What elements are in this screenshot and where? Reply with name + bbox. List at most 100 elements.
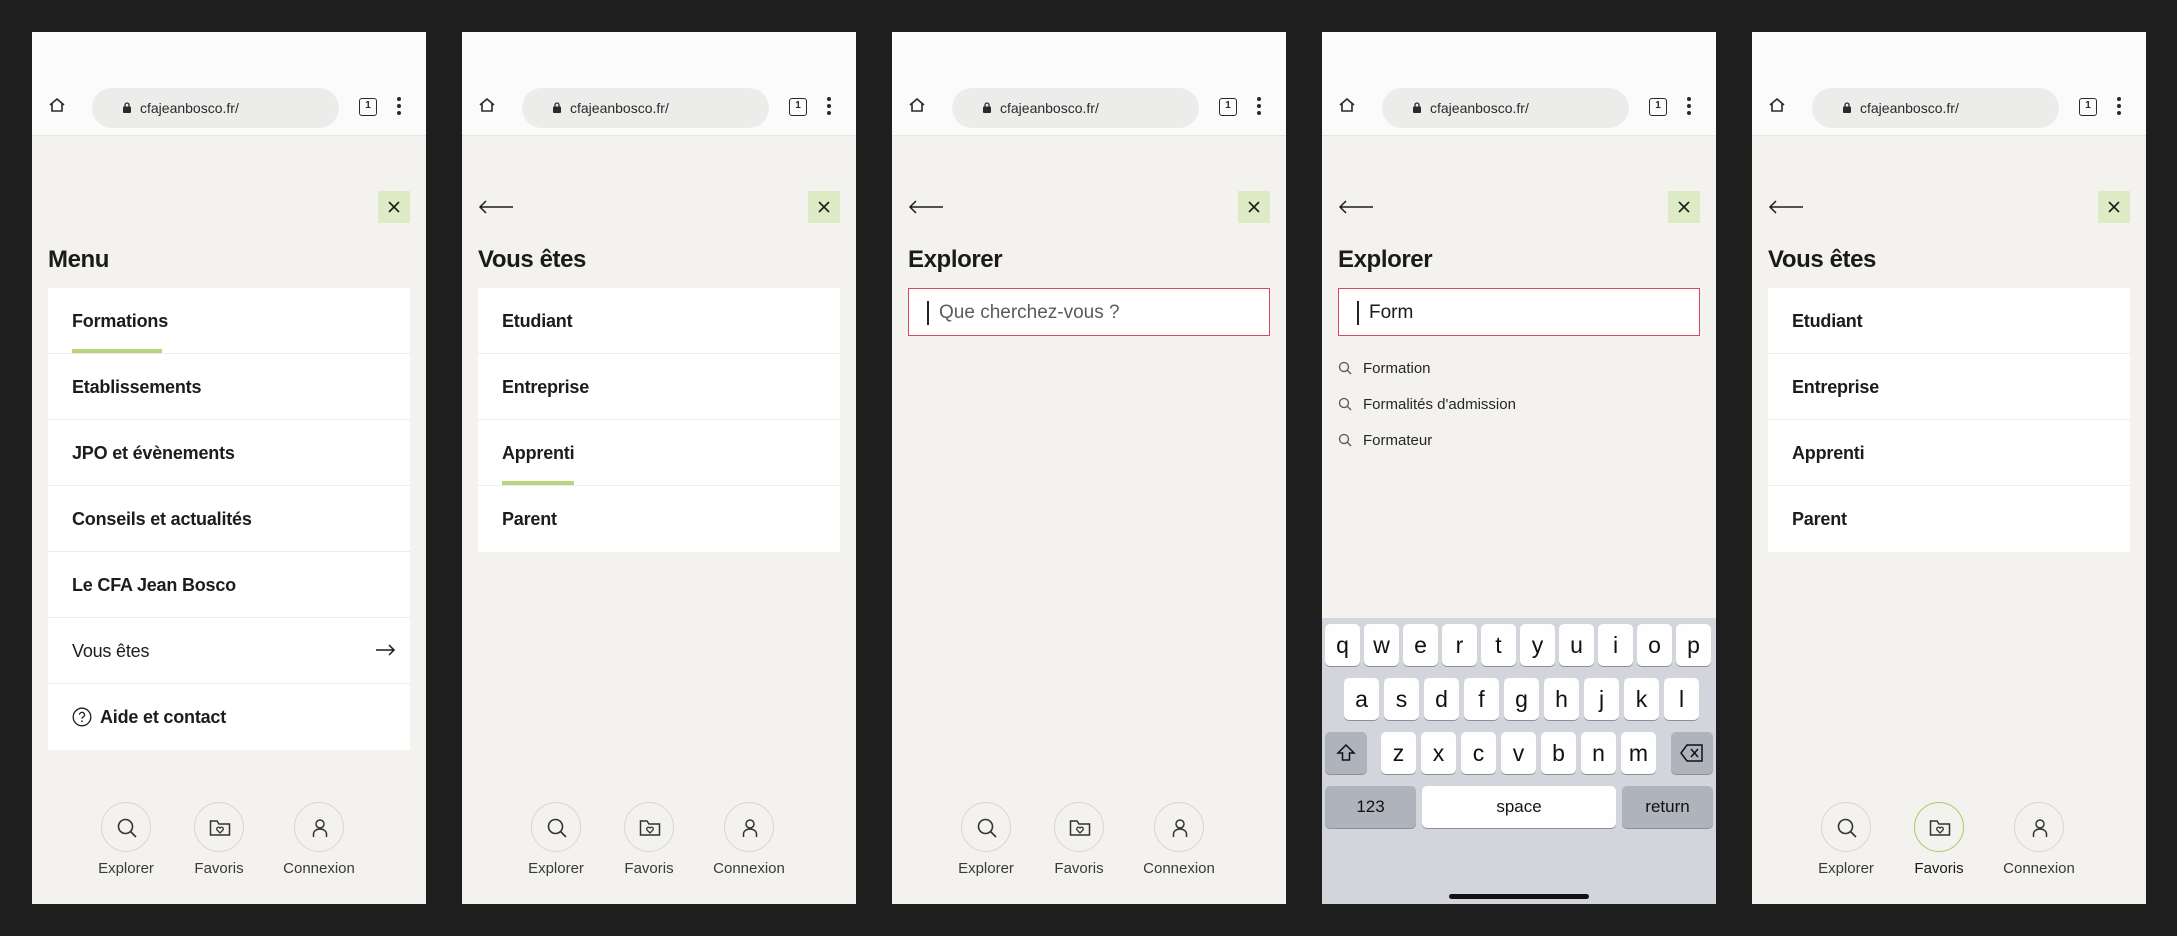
nav-favorites-circle[interactable]	[194, 802, 244, 852]
key-l[interactable]: l	[1664, 678, 1699, 720]
menu-item-vous-etes[interactable]: Vous êtes	[48, 618, 410, 684]
close-button[interactable]	[808, 191, 840, 223]
key-r[interactable]: r	[1442, 624, 1477, 666]
return-key[interactable]: return	[1622, 786, 1713, 828]
key-m[interactable]: m	[1621, 732, 1656, 774]
home-icon[interactable]	[1769, 98, 1785, 112]
backspace-key[interactable]	[1671, 732, 1713, 774]
more-menu-icon[interactable]	[2117, 97, 2121, 117]
nav-favorites-circle-active[interactable]	[1914, 802, 1964, 852]
menu-item-entreprise[interactable]: Entreprise	[478, 354, 840, 420]
key-s[interactable]: s	[1384, 678, 1419, 720]
back-arrow-icon[interactable]	[478, 200, 514, 214]
nav-login-circle[interactable]	[2014, 802, 2064, 852]
suggestion-item[interactable]: Formateur	[1338, 426, 1638, 462]
key-j[interactable]: j	[1584, 678, 1619, 720]
close-button[interactable]	[2098, 191, 2130, 223]
nav-explore-circle[interactable]	[101, 802, 151, 852]
suggestion-item[interactable]: Formalités d'admission	[1338, 390, 1638, 426]
tabs-count-icon[interactable]: 1	[1219, 98, 1237, 116]
key-e[interactable]: e	[1403, 624, 1438, 666]
key-b[interactable]: b	[1541, 732, 1576, 774]
nav-favorites[interactable]: Favoris	[599, 802, 699, 882]
key-q[interactable]: q	[1325, 624, 1360, 666]
menu-item-apprenti[interactable]: Apprenti	[478, 420, 840, 486]
address-bar[interactable]: cfajeanbosco.fr/	[92, 88, 339, 128]
address-bar[interactable]: cfajeanbosco.fr/	[1812, 88, 2059, 128]
home-icon[interactable]	[909, 98, 925, 112]
nav-favorites[interactable]: Favoris	[169, 802, 269, 882]
key-g[interactable]: g	[1504, 678, 1539, 720]
search-input[interactable]: Form	[1338, 288, 1700, 336]
key-u[interactable]: u	[1559, 624, 1594, 666]
address-bar[interactable]: cfajeanbosco.fr/	[1382, 88, 1629, 128]
search-input[interactable]: Que cherchez-vous ?	[908, 288, 1270, 336]
key-c[interactable]: c	[1461, 732, 1496, 774]
close-button[interactable]	[378, 191, 410, 223]
tabs-count-icon[interactable]: 1	[2079, 98, 2097, 116]
nav-favorites-circle[interactable]	[624, 802, 674, 852]
nav-explore-circle[interactable]	[531, 802, 581, 852]
nav-login-circle[interactable]	[294, 802, 344, 852]
more-menu-icon[interactable]	[827, 97, 831, 117]
nav-login[interactable]: Connexion	[699, 802, 799, 882]
home-icon[interactable]	[1339, 98, 1355, 112]
key-z[interactable]: z	[1381, 732, 1416, 774]
key-d[interactable]: d	[1424, 678, 1459, 720]
key-f[interactable]: f	[1464, 678, 1499, 720]
close-button[interactable]	[1238, 191, 1270, 223]
nav-explore-circle[interactable]	[961, 802, 1011, 852]
key-k[interactable]: k	[1624, 678, 1659, 720]
menu-item-etudiant[interactable]: Etudiant	[1768, 288, 2130, 354]
back-arrow-icon[interactable]	[1768, 200, 1804, 214]
more-menu-icon[interactable]	[1257, 97, 1261, 117]
nav-explore[interactable]: Explorer	[506, 802, 606, 882]
menu-item-aide-contact[interactable]: Aide et contact	[48, 684, 410, 750]
nav-favorites[interactable]: Favoris	[1029, 802, 1129, 882]
suggestion-item[interactable]: Formation	[1338, 354, 1638, 390]
back-arrow-icon[interactable]	[1338, 200, 1374, 214]
home-icon[interactable]	[479, 98, 495, 112]
key-v[interactable]: v	[1501, 732, 1536, 774]
menu-item-jpo[interactable]: JPO et évènements	[48, 420, 410, 486]
nav-login-circle[interactable]	[724, 802, 774, 852]
nav-favorites[interactable]: Favoris	[1889, 802, 1989, 882]
key-n[interactable]: n	[1581, 732, 1616, 774]
nav-explore[interactable]: Explorer	[936, 802, 1036, 882]
key-x[interactable]: x	[1421, 732, 1456, 774]
menu-item-parent[interactable]: Parent	[478, 486, 840, 552]
tabs-count-icon[interactable]: 1	[359, 98, 377, 116]
menu-item-formations[interactable]: Formations	[48, 288, 410, 354]
menu-item-etudiant[interactable]: Etudiant	[478, 288, 840, 354]
shift-key[interactable]	[1325, 732, 1367, 774]
menu-item-le-cfa[interactable]: Le CFA Jean Bosco	[48, 552, 410, 618]
nav-favorites-circle[interactable]	[1054, 802, 1104, 852]
menu-item-apprenti[interactable]: Apprenti	[1768, 420, 2130, 486]
key-t[interactable]: t	[1481, 624, 1516, 666]
nav-explore-circle[interactable]	[1821, 802, 1871, 852]
more-menu-icon[interactable]	[397, 97, 401, 117]
key-o[interactable]: o	[1637, 624, 1672, 666]
tabs-count-icon[interactable]: 1	[1649, 98, 1667, 116]
nav-explore[interactable]: Explorer	[1796, 802, 1896, 882]
close-button[interactable]	[1668, 191, 1700, 223]
more-menu-icon[interactable]	[1687, 97, 1691, 117]
menu-item-conseils[interactable]: Conseils et actualités	[48, 486, 410, 552]
nav-login[interactable]: Connexion	[1989, 802, 2089, 882]
nav-login[interactable]: Connexion	[1129, 802, 1229, 882]
home-icon[interactable]	[49, 98, 65, 112]
key-w[interactable]: w	[1364, 624, 1399, 666]
key-p[interactable]: p	[1676, 624, 1711, 666]
key-h[interactable]: h	[1544, 678, 1579, 720]
back-arrow-icon[interactable]	[908, 200, 944, 214]
nav-explore[interactable]: Explorer	[76, 802, 176, 882]
space-key[interactable]: space	[1422, 786, 1616, 828]
menu-item-etablissements[interactable]: Etablissements	[48, 354, 410, 420]
nav-login-circle[interactable]	[1154, 802, 1204, 852]
tabs-count-icon[interactable]: 1	[789, 98, 807, 116]
menu-item-parent[interactable]: Parent	[1768, 486, 2130, 552]
key-i[interactable]: i	[1598, 624, 1633, 666]
menu-item-entreprise[interactable]: Entreprise	[1768, 354, 2130, 420]
address-bar[interactable]: cfajeanbosco.fr/	[952, 88, 1199, 128]
key-y[interactable]: y	[1520, 624, 1555, 666]
